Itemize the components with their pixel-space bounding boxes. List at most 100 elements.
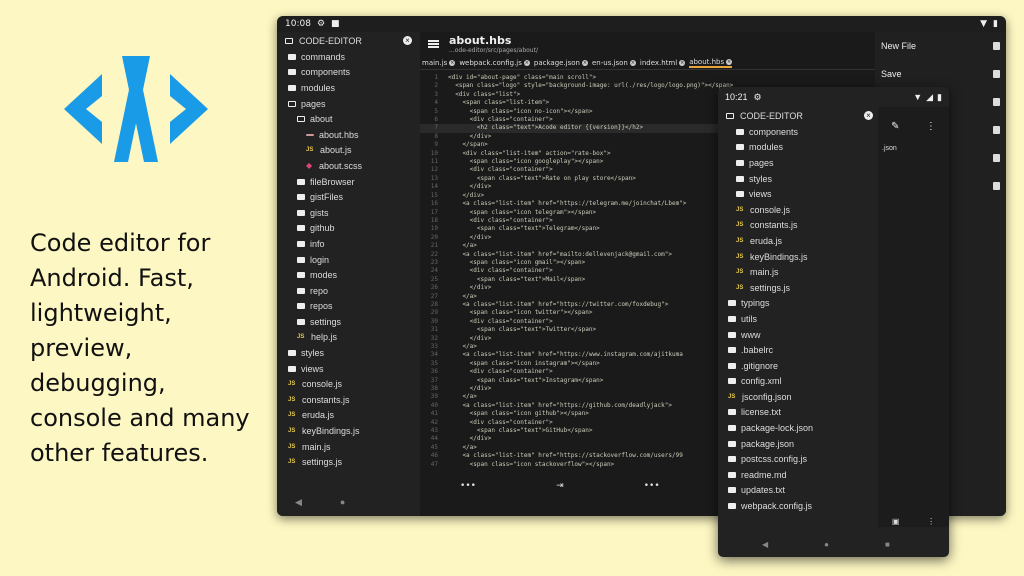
quick-tool-button[interactable]: ••• <box>460 481 476 491</box>
home-icon[interactable]: ● <box>340 497 345 508</box>
tree-item[interactable]: JS constants.js <box>277 392 420 408</box>
phone-status-bar: 10:21 ⚙ ▼ ◢ ▮ <box>718 87 949 107</box>
tree-item-label: settings.js <box>302 457 343 468</box>
file-tab[interactable]: en-us.json × <box>592 59 636 67</box>
tree-item[interactable]: updates.txt <box>728 483 868 499</box>
tree-item-label: www <box>741 329 761 340</box>
tree-item[interactable]: gists <box>277 205 420 221</box>
close-icon[interactable]: × <box>523 59 530 66</box>
tree-item[interactable]: components <box>728 124 868 140</box>
back-icon[interactable]: ◀ <box>295 497 302 508</box>
code-text: <span class="icon googleplay"></span> <box>448 158 604 166</box>
tree-item[interactable]: package-lock.json <box>728 420 868 436</box>
more-icon[interactable]: ⋮ <box>927 517 935 533</box>
tree-item[interactable]: github <box>277 221 420 237</box>
home-icon[interactable]: ● <box>824 540 829 549</box>
tree-item[interactable]: repos <box>277 299 420 315</box>
tree-item[interactable]: views <box>277 361 420 377</box>
tree-item[interactable]: JS about.js <box>277 143 420 159</box>
edit-icon[interactable]: ✎ <box>891 121 899 132</box>
folder-icon <box>728 331 736 338</box>
folder-icon <box>297 209 305 216</box>
tree-item[interactable]: JS main.js <box>728 264 868 280</box>
tree-item[interactable]: readme.md <box>728 467 868 483</box>
save-icon[interactable]: ▣ <box>892 517 900 533</box>
gear-icon: ⚙ <box>316 19 326 29</box>
close-icon[interactable]: × <box>726 58 733 65</box>
close-icon[interactable]: × <box>679 59 686 66</box>
file-tab[interactable]: package.json × <box>534 59 588 67</box>
tree-item[interactable]: modules <box>277 80 420 96</box>
tree-item[interactable]: repo <box>277 283 420 299</box>
tree-item[interactable]: ◆ about.scss <box>277 158 420 174</box>
tree-item[interactable]: JS settings.js <box>277 454 420 470</box>
tree-item[interactable]: login <box>277 252 420 268</box>
tree-item[interactable]: .babelrc <box>728 342 868 358</box>
close-icon[interactable]: × <box>581 59 588 66</box>
tree-item[interactable]: config.xml <box>728 374 868 390</box>
tree-item[interactable]: JS console.js <box>728 202 868 218</box>
tree-item[interactable]: typings <box>728 296 868 312</box>
tree-item[interactable]: package.json <box>728 436 868 452</box>
recents-icon[interactable]: ■ <box>885 540 890 549</box>
tree-item[interactable]: pages <box>728 155 868 171</box>
more-icon[interactable]: ⋮ <box>926 121 936 132</box>
tree-item[interactable]: .gitignore <box>728 358 868 374</box>
notification-icon: ■ <box>331 19 340 29</box>
tree-item[interactable]: JS help.js <box>277 330 420 346</box>
back-icon[interactable]: ◀ <box>762 540 768 549</box>
quick-tool-button[interactable]: ••• <box>644 481 660 491</box>
tree-item[interactable]: commands <box>277 49 420 65</box>
tree-item[interactable]: settings <box>277 314 420 330</box>
tree-item[interactable]: info <box>277 236 420 252</box>
tree-item[interactable]: JS keyBindings.js <box>277 423 420 439</box>
menu-item-new-file[interactable]: New File <box>875 32 1006 60</box>
tree-item[interactable]: JS eruda.js <box>277 408 420 424</box>
menu-label: New File <box>881 41 917 51</box>
tree-item[interactable]: pages <box>277 96 420 112</box>
tree-item-label: constants.js <box>302 394 350 405</box>
menu-icon[interactable] <box>428 40 439 48</box>
tree-item[interactable]: www <box>728 327 868 343</box>
tree-item[interactable]: webpack.config.js <box>728 498 868 514</box>
quick-tool-button[interactable]: ⇥ <box>556 481 564 491</box>
tree-item-label: about.js <box>320 145 352 156</box>
code-text: </div> <box>448 191 485 199</box>
menu-item-save[interactable]: Save <box>875 60 1006 88</box>
close-icon[interactable]: × <box>449 59 456 66</box>
tree-item[interactable]: JS main.js <box>277 439 420 455</box>
line-number: 11 <box>430 158 438 166</box>
tree-item[interactable]: postcss.config.js <box>728 451 868 467</box>
tree-item[interactable]: about.hbs <box>277 127 420 143</box>
file-tab[interactable]: about.hbs × <box>689 58 733 68</box>
file-tab[interactable]: index.html × <box>640 59 686 67</box>
close-icon[interactable]: × <box>864 111 873 120</box>
tree-item[interactable]: JS console.js <box>277 376 420 392</box>
tree-item[interactable]: modules <box>728 140 868 156</box>
tree-item[interactable]: styles <box>277 345 420 361</box>
tree-item[interactable]: modes <box>277 267 420 283</box>
tree-item[interactable]: JS settings.js <box>728 280 868 296</box>
tree-item[interactable]: JS constants.js <box>728 218 868 234</box>
tree-item[interactable]: JS jsconfig.json <box>728 389 868 405</box>
tree-item[interactable]: JS eruda.js <box>728 233 868 249</box>
tree-item[interactable]: styles <box>728 171 868 187</box>
save-icon <box>993 70 1000 78</box>
file-tab[interactable]: main.js × <box>422 59 456 67</box>
tree-item-label: modes <box>310 270 338 281</box>
tree-item[interactable]: JS keyBindings.js <box>728 249 868 265</box>
js-icon: JS <box>288 459 296 466</box>
tree-item[interactable]: views <box>728 186 868 202</box>
tree-item[interactable]: components <box>277 65 420 81</box>
code-text: <div class="container"> <box>448 166 553 174</box>
tree-item[interactable]: license.txt <box>728 405 868 421</box>
close-icon[interactable]: × <box>403 36 412 45</box>
tree-item[interactable]: gistFiles <box>277 189 420 205</box>
file-tab[interactable]: webpack.config.js × <box>459 59 530 67</box>
folder-icon <box>736 144 744 151</box>
tree-item[interactable]: fileBrowser <box>277 174 420 190</box>
tree-item-label: repos <box>310 301 333 312</box>
tree-item[interactable]: utils <box>728 311 868 327</box>
tree-item[interactable]: about <box>277 111 420 127</box>
close-icon[interactable]: × <box>629 59 636 66</box>
